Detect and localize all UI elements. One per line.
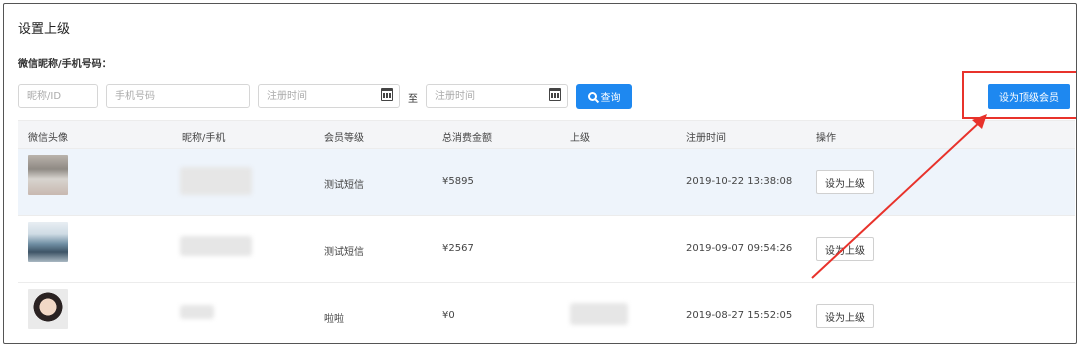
annotation-arrow bbox=[811, 114, 987, 279]
arrow-line bbox=[811, 119, 983, 279]
